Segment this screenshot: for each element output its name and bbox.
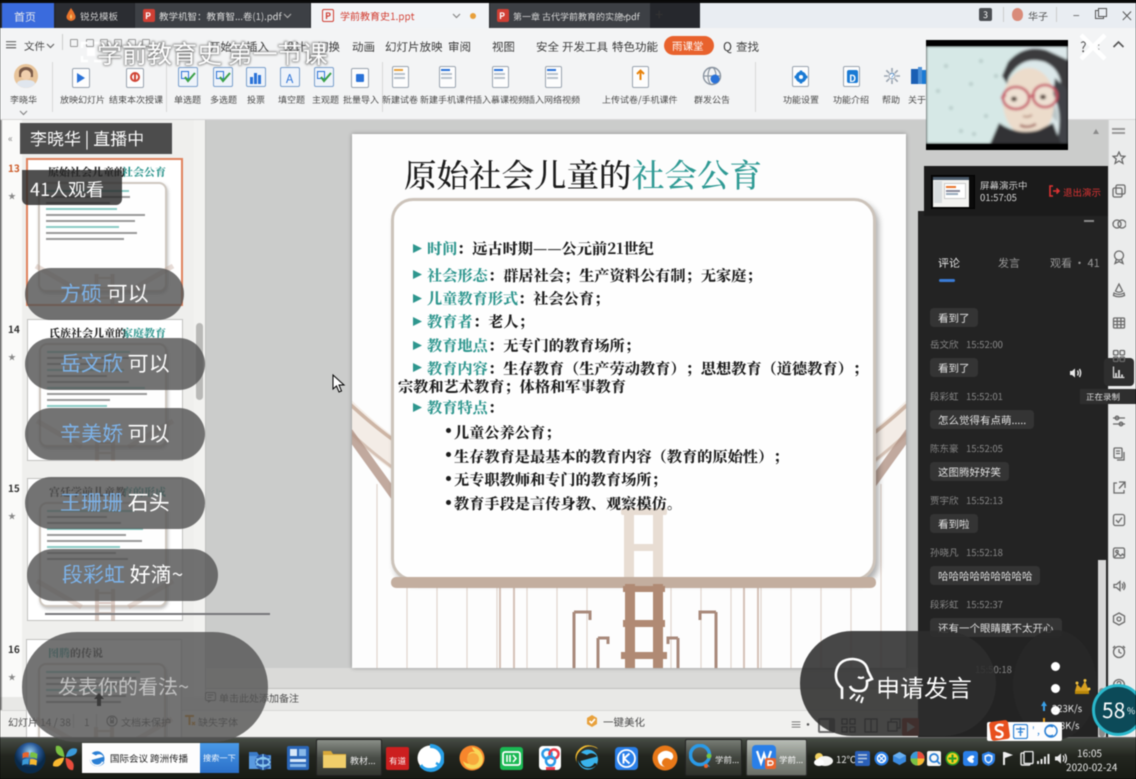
svg-text:?: ? bbox=[890, 72, 895, 81]
